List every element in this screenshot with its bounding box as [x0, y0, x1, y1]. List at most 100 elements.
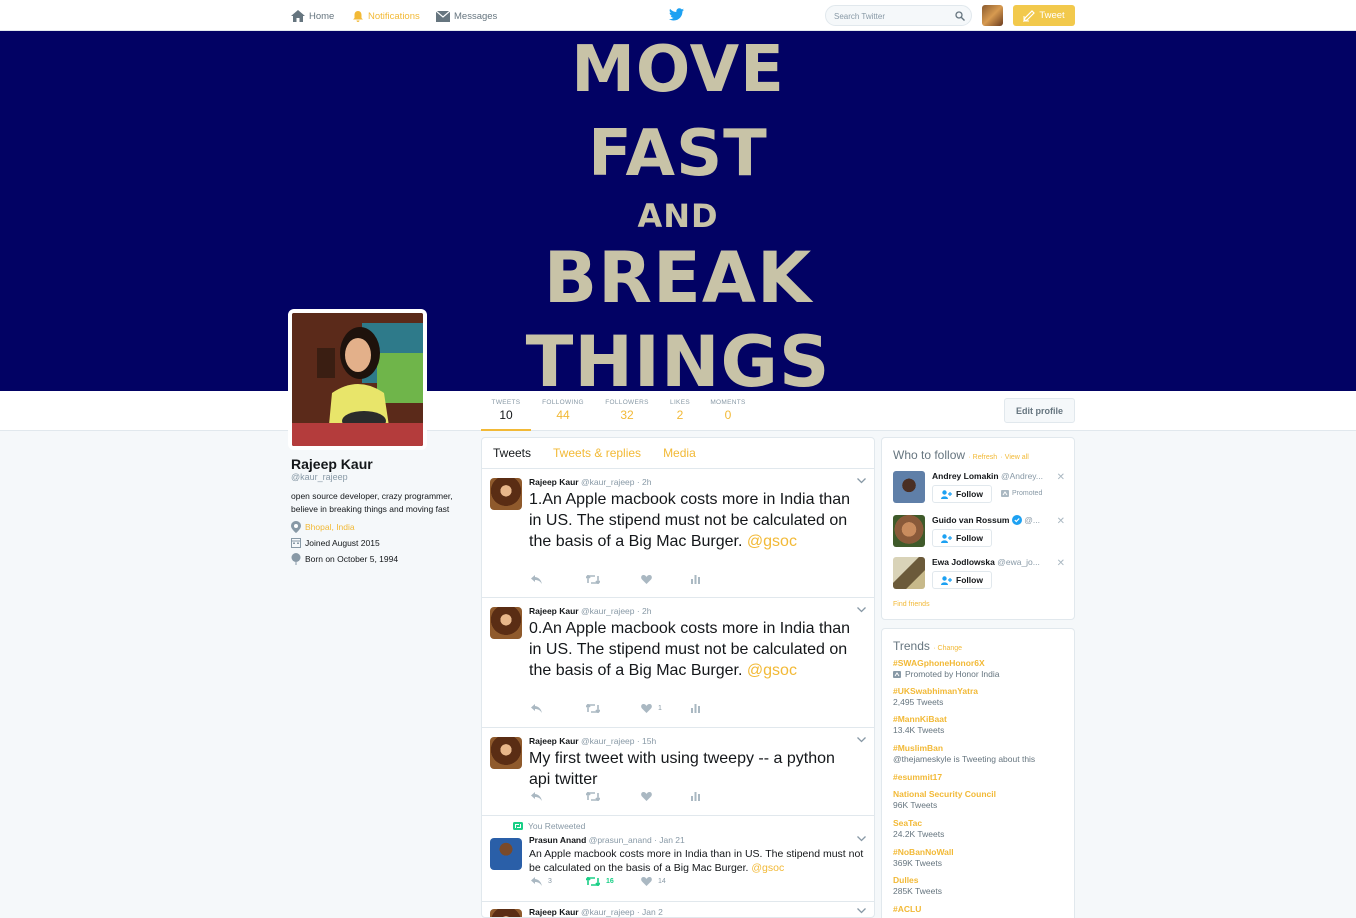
trend-item[interactable]: #SWAGphoneHonor6X Promoted by Honor India	[893, 658, 1000, 680]
change-trends-link[interactable]: Change	[938, 645, 963, 652]
retweet-action[interactable]: 16	[586, 876, 614, 886]
nav-messages[interactable]: Messages	[436, 8, 497, 24]
twitter-bird-icon[interactable]	[669, 8, 684, 21]
tweet-avatar[interactable]	[490, 838, 522, 870]
retweet-icon	[586, 791, 600, 801]
tab-media[interactable]: Media	[663, 446, 696, 460]
trend-item[interactable]: #UKSwabhimanYatra 2,495 Tweets	[893, 686, 978, 708]
retweet-action[interactable]	[586, 574, 600, 584]
tweet-mention-link[interactable]: @gsoc	[747, 662, 797, 679]
trend-item[interactable]: #MannKiBaat 13.4K Tweets	[893, 714, 947, 736]
trend-name[interactable]: #MannKiBaat	[893, 714, 947, 725]
tweet-avatar[interactable]	[490, 909, 522, 917]
reply-action[interactable]: 3	[531, 876, 552, 886]
tweet-header: Rajeep Kaur @kaur_rajeep · Jan 2	[529, 907, 663, 917]
chevron-down-icon[interactable]	[857, 607, 866, 613]
trend-name[interactable]: #SWAGphoneHonor6X	[893, 658, 1000, 669]
trend-name[interactable]: #UKSwabhimanYatra	[893, 686, 978, 697]
tab-tweets[interactable]: Tweets	[493, 446, 531, 460]
envelope-icon	[436, 10, 450, 22]
tweet-mention-link[interactable]: @gsoc	[747, 533, 797, 550]
follow-button[interactable]: Follow	[932, 529, 992, 547]
dismiss-suggestion-icon[interactable]: ✕	[1057, 558, 1065, 569]
tweet-author-name[interactable]: Rajeep Kaur	[529, 606, 579, 616]
like-action[interactable]	[641, 791, 652, 801]
tweet-avatar[interactable]	[490, 737, 522, 769]
suggested-user-avatar[interactable]	[893, 515, 925, 547]
chevron-down-icon[interactable]	[857, 836, 866, 842]
search-box[interactable]	[825, 5, 972, 26]
suggested-user-name[interactable]: Andrey Lomakin @Andrey...	[932, 471, 1054, 481]
dismiss-suggestion-icon[interactable]: ✕	[1057, 516, 1065, 527]
account-avatar[interactable]	[982, 5, 1003, 26]
retweet-action[interactable]	[586, 791, 600, 801]
trend-item[interactable]: National Security Council 96K Tweets	[893, 789, 996, 811]
trend-name[interactable]: National Security Council	[893, 789, 996, 800]
tweet-author-name[interactable]: Rajeep Kaur	[529, 736, 579, 746]
stat-followers[interactable]: FOLLOWERS 32	[603, 399, 651, 422]
suggested-user-avatar[interactable]	[893, 557, 925, 589]
trend-item[interactable]: #ACLU	[893, 904, 921, 915]
stat-following[interactable]: FOLLOWING 44	[540, 399, 586, 422]
trend-item[interactable]: #esummit17	[893, 772, 942, 783]
search-icon[interactable]	[955, 11, 965, 21]
stat-moments[interactable]: MOMENTS 0	[709, 399, 747, 422]
tweet-item[interactable]: Rajeep Kaur @kaur_rajeep · Jan 2	[482, 902, 874, 917]
tweet-item[interactable]: You Retweeted Prasun Anand @prasun_anand…	[482, 816, 874, 902]
tweet-avatar[interactable]	[490, 607, 522, 639]
trend-name[interactable]: SeaTac	[893, 818, 944, 829]
tweet-item[interactable]: Rajeep Kaur @kaur_rajeep · 2h 0.An Apple…	[482, 598, 874, 728]
chevron-down-icon[interactable]	[857, 737, 866, 743]
trend-item[interactable]: #NoBanNoWall 369K Tweets	[893, 847, 954, 869]
compose-tweet-button[interactable]: Tweet	[1013, 5, 1075, 26]
trend-name[interactable]: #NoBanNoWall	[893, 847, 954, 858]
nav-home[interactable]: Home	[291, 8, 334, 24]
search-input[interactable]	[834, 9, 954, 23]
tweet-header: Rajeep Kaur @kaur_rajeep · 2h	[529, 606, 652, 616]
tweet-author-name[interactable]: Rajeep Kaur	[529, 907, 579, 917]
view-all-link[interactable]: View all	[1005, 454, 1029, 461]
tweet-item[interactable]: Rajeep Kaur @kaur_rajeep · 15h My first …	[482, 728, 874, 816]
trend-name[interactable]: #MuslimBan	[893, 743, 1035, 754]
trend-name[interactable]: Dulles	[893, 875, 942, 886]
like-action[interactable]: 14	[641, 876, 666, 886]
chevron-down-icon[interactable]	[857, 908, 866, 914]
refresh-link[interactable]: Refresh	[973, 454, 998, 461]
dismiss-suggestion-icon[interactable]: ✕	[1057, 472, 1065, 483]
stat-likes[interactable]: LIKES 2	[667, 399, 693, 422]
edit-profile-button[interactable]: Edit profile	[1004, 398, 1075, 423]
tweet-header: Rajeep Kaur @kaur_rajeep · 15h	[529, 736, 656, 746]
analytics-action[interactable]	[691, 574, 700, 584]
retweet-action[interactable]	[586, 703, 600, 713]
trend-item[interactable]: SeaTac 24.2K Tweets	[893, 818, 944, 840]
reply-action[interactable]	[531, 574, 542, 584]
suggested-user-name[interactable]: Ewa Jodlowska @ewa_jo...	[932, 557, 1054, 567]
trend-name[interactable]: #esummit17	[893, 772, 942, 783]
analytics-action[interactable]	[691, 703, 700, 713]
suggested-user-name[interactable]: Guido van Rossum @...	[932, 515, 1054, 525]
trend-item[interactable]: #MuslimBan @thejameskyle is Tweeting abou…	[893, 743, 1035, 765]
follow-button[interactable]: Follow	[932, 485, 992, 503]
profile-photo[interactable]	[288, 309, 427, 450]
analytics-action[interactable]	[691, 791, 700, 801]
find-friends-link[interactable]: Find friends	[893, 601, 930, 608]
profile-location-text[interactable]: Bhopal, India	[305, 522, 355, 532]
reply-action[interactable]	[531, 791, 542, 801]
tweet-author-name[interactable]: Prasun Anand	[529, 835, 586, 845]
stat-tweets[interactable]: TWEETS 10	[481, 399, 531, 431]
suggested-user-avatar[interactable]	[893, 471, 925, 503]
like-action[interactable]: 1	[641, 703, 662, 713]
trend-item[interactable]: Dulles 285K Tweets	[893, 875, 942, 897]
tweet-text: An Apple macbook costs more in India tha…	[529, 847, 869, 875]
reply-action[interactable]	[531, 703, 542, 713]
tweet-author-name[interactable]: Rajeep Kaur	[529, 477, 579, 487]
tweet-avatar[interactable]	[490, 478, 522, 510]
tweet-item[interactable]: Rajeep Kaur @kaur_rajeep · 2h 1.An Apple…	[482, 469, 874, 598]
like-action[interactable]	[641, 574, 652, 584]
follow-button[interactable]: Follow	[932, 571, 992, 589]
tab-tweets-and-replies[interactable]: Tweets & replies	[553, 446, 641, 460]
chevron-down-icon[interactable]	[857, 478, 866, 484]
nav-notifications[interactable]: Notifications	[352, 8, 420, 24]
tweet-mention-link[interactable]: @gsoc	[751, 862, 784, 874]
trend-name[interactable]: #ACLU	[893, 904, 921, 915]
